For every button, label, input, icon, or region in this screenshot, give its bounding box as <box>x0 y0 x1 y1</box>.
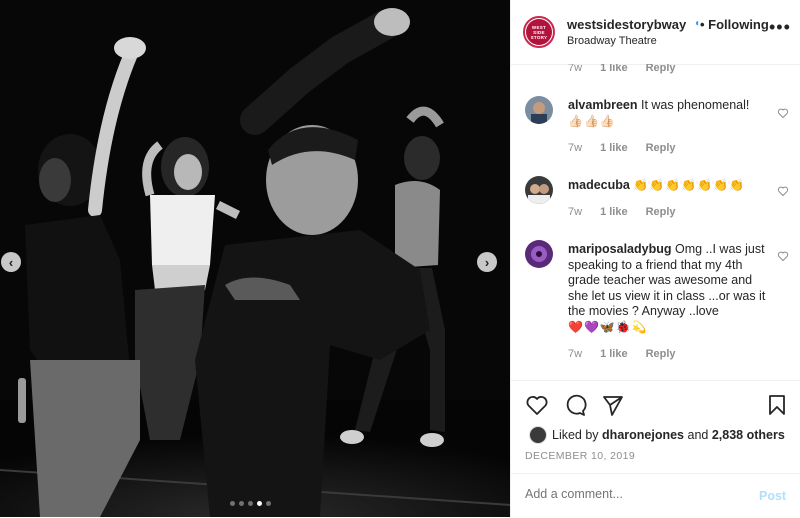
like-comment-heart-icon[interactable] <box>777 185 789 197</box>
account-username[interactable]: westsidestorybway <box>567 17 686 32</box>
carousel-dot <box>266 501 271 506</box>
post-comment-button[interactable]: Post <box>759 489 786 503</box>
carousel-indicator <box>230 501 271 506</box>
comment-body: It was phenomenal! <box>640 98 750 112</box>
avatar[interactable] <box>525 176 553 204</box>
comment-likes-link[interactable]: 1 like <box>600 142 628 154</box>
comment-text: alvambreen It was phenomenal! 👍🏻👍🏻👍🏻 <box>568 98 768 129</box>
like-comment-heart-icon[interactable] <box>777 250 789 262</box>
carousel-dot <box>230 501 235 506</box>
comment-bubble-icon[interactable] <box>563 393 587 417</box>
post-photo[interactable]: ‹ › <box>0 0 510 517</box>
avatar[interactable] <box>525 96 553 124</box>
comment-meta: 7w 1 like Reply <box>568 142 676 154</box>
previous-photo-button[interactable]: ‹ <box>1 252 21 272</box>
next-photo-button[interactable]: › <box>477 252 497 272</box>
likes-and: and <box>687 428 709 442</box>
carousel-dot <box>239 501 244 506</box>
comment-text: madecuba 👏👏👏👏👏👏👏 <box>568 178 768 194</box>
comment-username[interactable]: alvambreen <box>568 98 637 112</box>
comment-likes-link[interactable]: 1 like <box>600 64 628 74</box>
comment-input[interactable] <box>525 487 745 501</box>
comment-emoji: 👍🏻👍🏻👍🏻 <box>568 113 616 128</box>
post-date[interactable]: DECEMBER 10, 2019 <box>525 450 635 462</box>
comment-age: 7w <box>568 206 583 218</box>
liker-avatar[interactable] <box>529 426 547 444</box>
liker-username[interactable]: dharonejones <box>602 428 684 442</box>
reply-button[interactable]: Reply <box>646 64 676 74</box>
avatar-image <box>525 176 553 204</box>
post-actions <box>511 380 800 421</box>
comment-username[interactable]: madecuba <box>568 178 630 192</box>
comments-list[interactable]: 7w 1 like Reply alvambreen It was phenom… <box>511 64 800 380</box>
likes-prefix: Liked by <box>552 428 599 442</box>
reply-button[interactable]: Reply <box>646 348 676 360</box>
comment-age: 7w <box>568 142 583 154</box>
avatar-image <box>525 240 553 268</box>
comment-meta: 7w 1 like Reply <box>568 348 676 360</box>
bookmark-save-icon[interactable] <box>765 393 789 417</box>
comment-likes-link[interactable]: 1 like <box>600 348 628 360</box>
comment-likes-link[interactable]: 1 like <box>600 206 628 218</box>
like-comment-heart-icon[interactable] <box>777 107 789 119</box>
comment-age: 7w <box>568 348 583 360</box>
following-button[interactable]: • Following <box>700 17 769 32</box>
avatar[interactable] <box>525 240 553 268</box>
comment-meta: 7w 1 like Reply <box>568 64 676 74</box>
location-link[interactable]: Broadway Theatre <box>567 35 657 47</box>
post-header: WEST SIDE STORY westsidestorybway ◖ • Fo… <box>511 0 800 65</box>
reply-button[interactable]: Reply <box>646 142 676 154</box>
share-send-icon[interactable] <box>601 393 625 417</box>
comment-age: 7w <box>568 64 583 74</box>
comment-emoji: 👏👏👏👏👏👏👏 <box>633 178 745 192</box>
account-avatar[interactable]: WEST SIDE STORY <box>523 16 555 48</box>
more-options-icon[interactable]: ••• <box>769 18 791 36</box>
avatar-image <box>525 96 553 124</box>
comment-username[interactable]: mariposaladybug <box>568 242 672 256</box>
comment-emoji: ❤️💜🦋🐞💫 <box>568 319 648 334</box>
comment-text: mariposaladybug Omg ..I was just speakin… <box>568 242 768 335</box>
likes-summary: Liked by dharonejones and 2,838 others <box>529 426 785 444</box>
comment-meta: 7w 1 like Reply <box>568 206 676 218</box>
reply-button[interactable]: Reply <box>646 206 676 218</box>
dancers-image <box>0 0 510 517</box>
like-heart-icon[interactable] <box>525 393 549 417</box>
add-comment-bar: Post <box>511 473 800 518</box>
account-avatar-logo: WEST SIDE STORY <box>526 19 552 45</box>
post-side-panel: WEST SIDE STORY westsidestorybway ◖ • Fo… <box>510 0 800 517</box>
likes-count-link[interactable]: 2,838 others <box>712 428 785 442</box>
carousel-dot <box>248 501 253 506</box>
carousel-dot-active <box>257 501 262 506</box>
